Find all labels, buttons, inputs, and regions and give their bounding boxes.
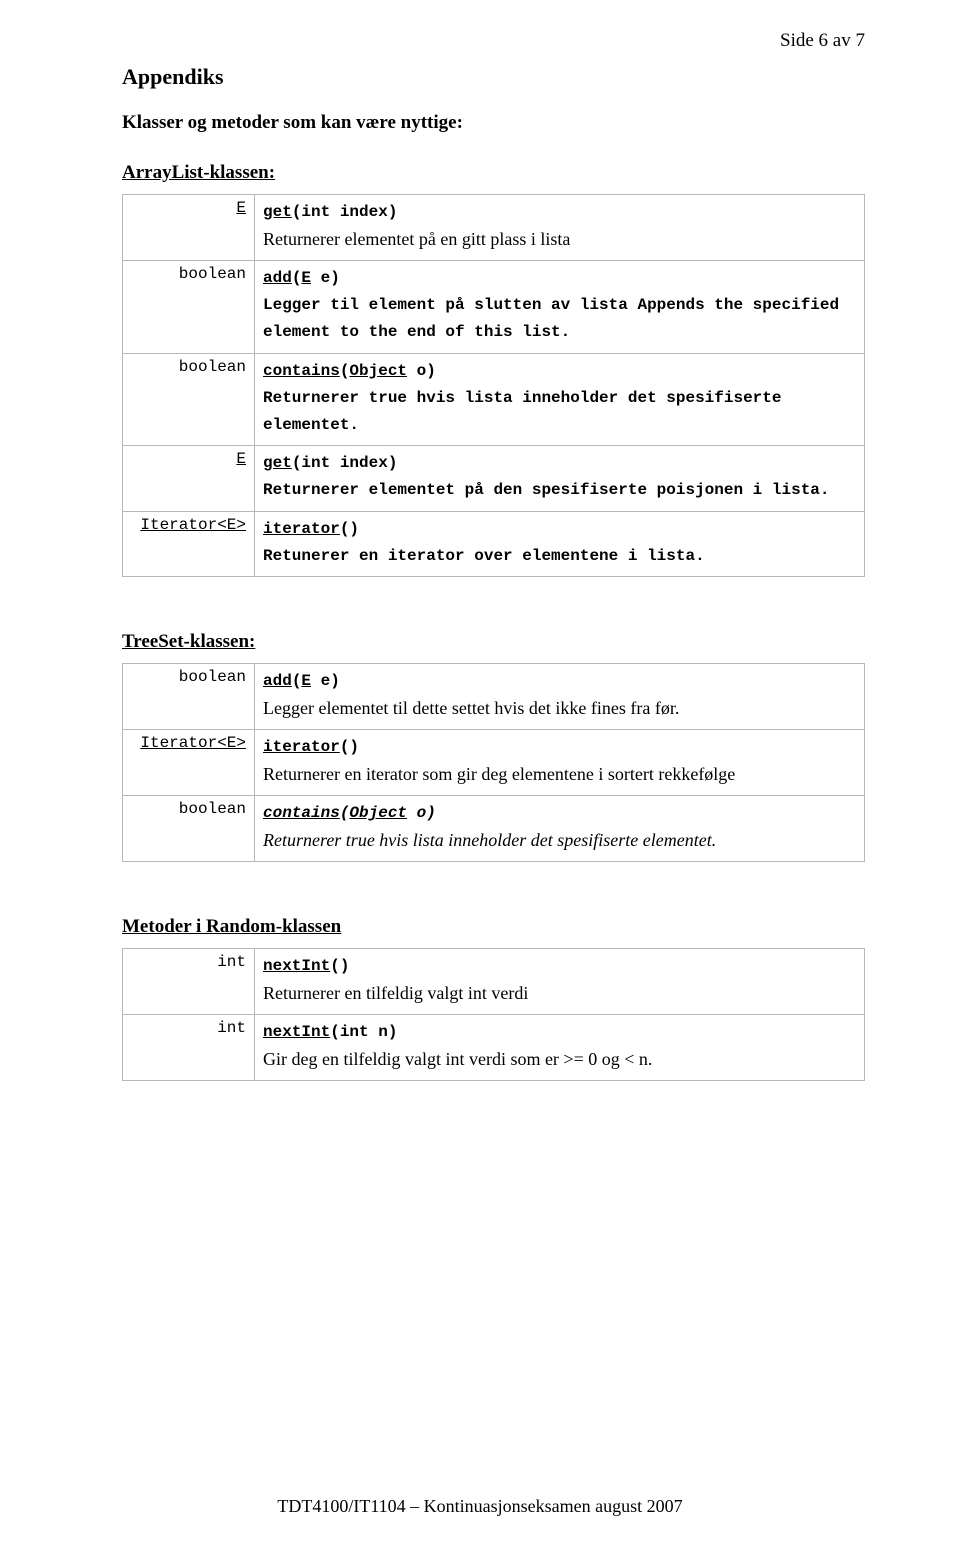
method-signature: nextInt(int n) [263, 1019, 856, 1046]
method-signature: get(int index) [263, 199, 856, 226]
method-signature: iterator() [263, 734, 856, 761]
table-row: Iterator<E>iterator()Returnerer en itera… [123, 730, 865, 796]
method-description: Retunerer en iterator over elementene i … [263, 543, 856, 570]
method-cell: iterator()Returnerer en iterator som gir… [255, 730, 865, 796]
return-type: int [123, 1015, 255, 1081]
return-type: int [123, 949, 255, 1015]
method-description: Returnerer elementet på en gitt plass i … [263, 226, 856, 254]
table-row: intnextInt()Returnerer en tilfeldig valg… [123, 949, 865, 1015]
table-row: intnextInt(int n)Gir deg en tilfeldig va… [123, 1015, 865, 1081]
return-type: E [123, 446, 255, 511]
method-cell: get(int index)Returnerer elementet på de… [255, 446, 865, 511]
method-signature: get(int index) [263, 450, 856, 477]
table-row: Iterator<E>iterator()Retunerer en iterat… [123, 511, 865, 576]
treeset-table: booleanadd(E e)Legger elementet til dett… [122, 663, 865, 862]
table-row: booleancontains(Object o)Returnerer true… [123, 353, 865, 446]
method-cell: get(int index)Returnerer elementet på en… [255, 195, 865, 261]
method-description: Returnerer true hvis lista inneholder de… [263, 385, 856, 439]
return-type: boolean [123, 663, 255, 729]
table-row: Eget(int index)Returnerer elementet på d… [123, 446, 865, 511]
method-signature: add(E e) [263, 265, 856, 292]
return-type: boolean [123, 796, 255, 862]
arraylist-table: Eget(int index)Returnerer elementet på e… [122, 194, 865, 577]
page-number: Side 6 av 7 [122, 30, 865, 52]
return-type: Iterator<E> [123, 511, 255, 576]
random-heading: Metoder i Random-klassen [122, 916, 865, 938]
table-row: Eget(int index)Returnerer elementet på e… [123, 195, 865, 261]
method-description: Returnerer elementet på den spesifiserte… [263, 477, 856, 504]
page: Side 6 av 7 Appendiks Klasser og metoder… [0, 0, 960, 1553]
classes-lead: Klasser og metoder som kan være nyttige: [122, 112, 865, 134]
table-row: booleanadd(E e)Legger elementet til dett… [123, 663, 865, 729]
method-cell: nextInt()Returnerer en tilfeldig valgt i… [255, 949, 865, 1015]
method-description: Returnerer true hvis lista inneholder de… [263, 827, 856, 855]
method-cell: add(E e)Legger elementet til dette sette… [255, 663, 865, 729]
method-signature: contains(Object o) [263, 358, 856, 385]
method-cell: add(E e)Legger til element på slutten av… [255, 261, 865, 354]
random-table: intnextInt()Returnerer en tilfeldig valg… [122, 948, 865, 1081]
footer-text: TDT4100/IT1104 – Kontinuasjonseksamen au… [0, 1496, 960, 1517]
method-cell: contains(Object o)Returnerer true hvis l… [255, 796, 865, 862]
random-tbody: intnextInt()Returnerer en tilfeldig valg… [123, 949, 865, 1081]
arraylist-heading: ArrayList-klassen: [122, 162, 865, 184]
treeset-tbody: booleanadd(E e)Legger elementet til dett… [123, 663, 865, 861]
method-signature: nextInt() [263, 953, 856, 980]
method-signature: iterator() [263, 516, 856, 543]
arraylist-tbody: Eget(int index)Returnerer elementet på e… [123, 195, 865, 577]
table-row: booleanadd(E e)Legger til element på slu… [123, 261, 865, 354]
method-description: Gir deg en tilfeldig valgt int verdi som… [263, 1046, 856, 1074]
table-row: booleancontains(Object o)Returnerer true… [123, 796, 865, 862]
return-type: boolean [123, 261, 255, 354]
method-cell: iterator()Retunerer en iterator over ele… [255, 511, 865, 576]
method-description: Legger elementet til dette settet hvis d… [263, 695, 856, 723]
method-cell: nextInt(int n)Gir deg en tilfeldig valgt… [255, 1015, 865, 1081]
return-type: boolean [123, 353, 255, 446]
method-description: Returnerer en tilfeldig valgt int verdi [263, 980, 856, 1008]
treeset-heading: TreeSet-klassen: [122, 631, 865, 653]
method-description: Legger til element på slutten av lista A… [263, 292, 856, 346]
method-signature: contains(Object o) [263, 800, 856, 827]
method-signature: add(E e) [263, 668, 856, 695]
method-description: Returnerer en iterator som gir deg eleme… [263, 761, 856, 789]
return-type: E [123, 195, 255, 261]
appendix-title: Appendiks [122, 64, 865, 90]
method-cell: contains(Object o)Returnerer true hvis l… [255, 353, 865, 446]
return-type: Iterator<E> [123, 730, 255, 796]
